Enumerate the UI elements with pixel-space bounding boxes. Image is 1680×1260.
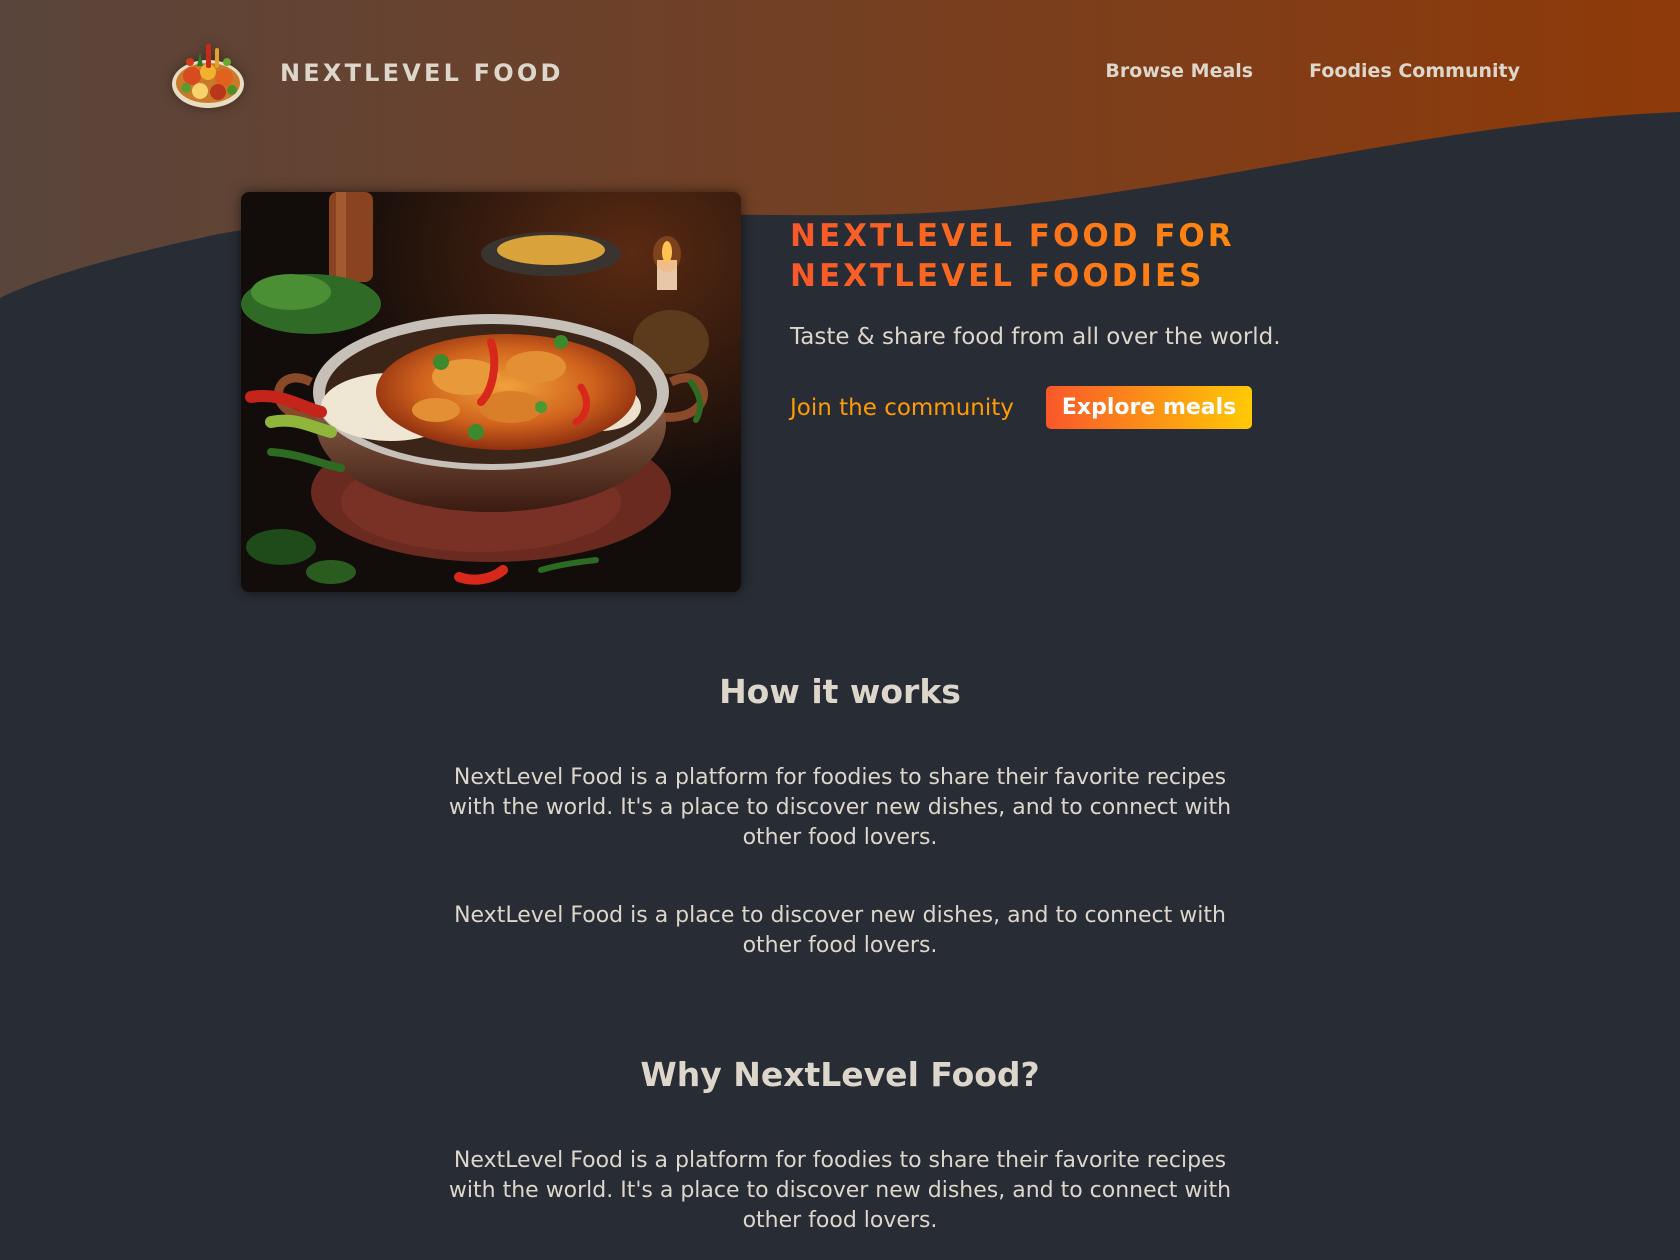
hero-image-slideshow (241, 192, 741, 592)
hero-section: NextLevel Food for NextLevel Foodies Tas… (241, 192, 1441, 592)
nav-link-foodies-community[interactable]: Foodies Community (1309, 60, 1520, 82)
food-plate-logo-icon (172, 44, 244, 108)
why-nextlevel-paragraph-1: NextLevel Food is a platform for foodies… (448, 1148, 1232, 1233)
hero-text: NextLevel Food for NextLevel Foodies Tas… (790, 216, 1410, 429)
curry-dish-image (241, 192, 741, 592)
main-header: NextLevel Food Browse Meals Foodies Comm… (0, 0, 1680, 150)
explore-meals-button[interactable]: Explore meals (1045, 386, 1253, 429)
how-it-works-section: How it works NextLevel Food is a platfor… (440, 672, 1240, 961)
nav-link-browse-meals[interactable]: Browse Meals (1105, 60, 1253, 82)
hero-subtitle: Taste & share food from all over the wor… (790, 324, 1281, 350)
hero-title: NextLevel Food for NextLevel Foodies (790, 216, 1410, 296)
how-it-works-paragraph-2: NextLevel Food is a place to discover ne… (454, 903, 1226, 958)
hero-cta: Join the community Explore meals (790, 386, 1410, 429)
how-it-works-paragraph-1: NextLevel Food is a platform for foodies… (448, 765, 1232, 850)
home-logo-link[interactable]: NextLevel Food (170, 36, 564, 110)
brand-name: NextLevel Food (280, 59, 564, 87)
why-nextlevel-section: Why NextLevel Food? NextLevel Food is a … (440, 1055, 1240, 1236)
main-nav: Browse Meals Foodies Community (1000, 60, 1520, 82)
how-it-works-heading: How it works (719, 672, 961, 711)
why-nextlevel-heading: Why NextLevel Food? (640, 1055, 1040, 1094)
join-community-link[interactable]: Join the community (790, 395, 1014, 421)
